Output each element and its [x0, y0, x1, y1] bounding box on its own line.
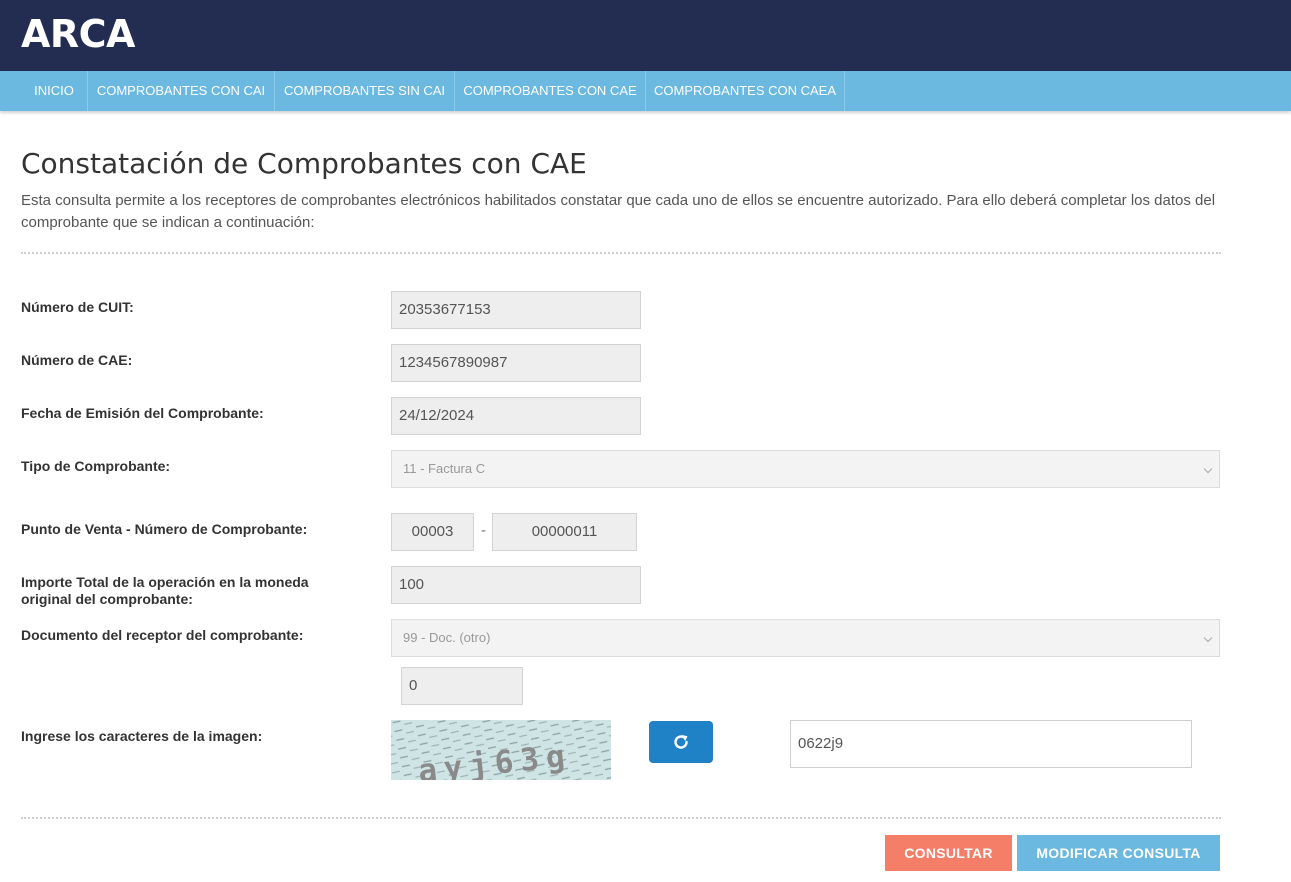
fecha-input[interactable]: 24/12/2024: [391, 397, 641, 435]
nav-item-comprobantes-con-caea[interactable]: COMPROBANTES CON CAEA: [646, 71, 845, 111]
tipo-comprobante-label: Tipo de Comprobante:: [21, 458, 171, 474]
punto-venta-label: Punto de Venta - Número de Comprobante:: [21, 521, 308, 537]
cuit-input[interactable]: 20353677153: [391, 291, 641, 329]
bottom-separator: [21, 817, 1221, 819]
modificar-consulta-button[interactable]: MODIFICAR CONSULTA: [1017, 835, 1220, 871]
captcha-image: ayj63g: [391, 720, 611, 780]
documento-tipo-select[interactable]: 99 - Doc. (otro): [391, 619, 1220, 657]
page-title: Constatación de Comprobantes con CAE: [21, 147, 587, 180]
documento-receptor-label: Documento del receptor del comprobante:: [21, 627, 304, 643]
nav-item-inicio[interactable]: INICIO: [21, 71, 88, 111]
importe-input[interactable]: 100: [391, 566, 641, 604]
documento-tipo-selected: 99 - Doc. (otro): [403, 630, 491, 645]
nav-item-comprobantes-sin-cai[interactable]: COMPROBANTES SIN CAI: [275, 71, 455, 111]
top-separator: [21, 252, 1221, 254]
tipo-comprobante-select[interactable]: 11 - Factura C: [391, 450, 1220, 488]
top-header: ARCA: [0, 0, 1291, 71]
chevron-down-icon: [1203, 464, 1213, 474]
main-navigation: INICIO COMPROBANTES CON CAI COMPROBANTES…: [0, 71, 1291, 111]
nav-item-comprobantes-con-cai[interactable]: COMPROBANTES CON CAI: [88, 71, 275, 111]
punto-numero-separator: -: [481, 522, 486, 539]
chevron-down-icon: [1203, 633, 1213, 643]
cuit-label: Número de CUIT:: [21, 299, 134, 315]
refresh-icon: [674, 735, 688, 749]
numero-comprobante-input[interactable]: 00000011: [492, 513, 637, 551]
captcha-refresh-button[interactable]: [649, 721, 713, 763]
cae-label: Número de CAE:: [21, 352, 133, 368]
captcha-label: Ingrese los caracteres de la imagen:: [21, 728, 263, 744]
arca-logo[interactable]: ARCA: [21, 12, 135, 56]
documento-numero-input[interactable]: 0: [401, 667, 523, 705]
punto-venta-input[interactable]: 00003: [391, 513, 474, 551]
nav-item-comprobantes-con-cae[interactable]: COMPROBANTES CON CAE: [455, 71, 646, 111]
cae-input[interactable]: 1234567890987: [391, 344, 641, 382]
importe-label: Importe Total de la operación en la mone…: [21, 574, 309, 607]
captcha-input[interactable]: 0622j9: [790, 720, 1192, 768]
tipo-comprobante-selected: 11 - Factura C: [403, 461, 486, 476]
consultar-button[interactable]: CONSULTAR: [885, 835, 1012, 871]
fecha-label: Fecha de Emisión del Comprobante:: [21, 405, 264, 421]
page-description: Esta consulta permite a los receptores d…: [21, 192, 1216, 231]
